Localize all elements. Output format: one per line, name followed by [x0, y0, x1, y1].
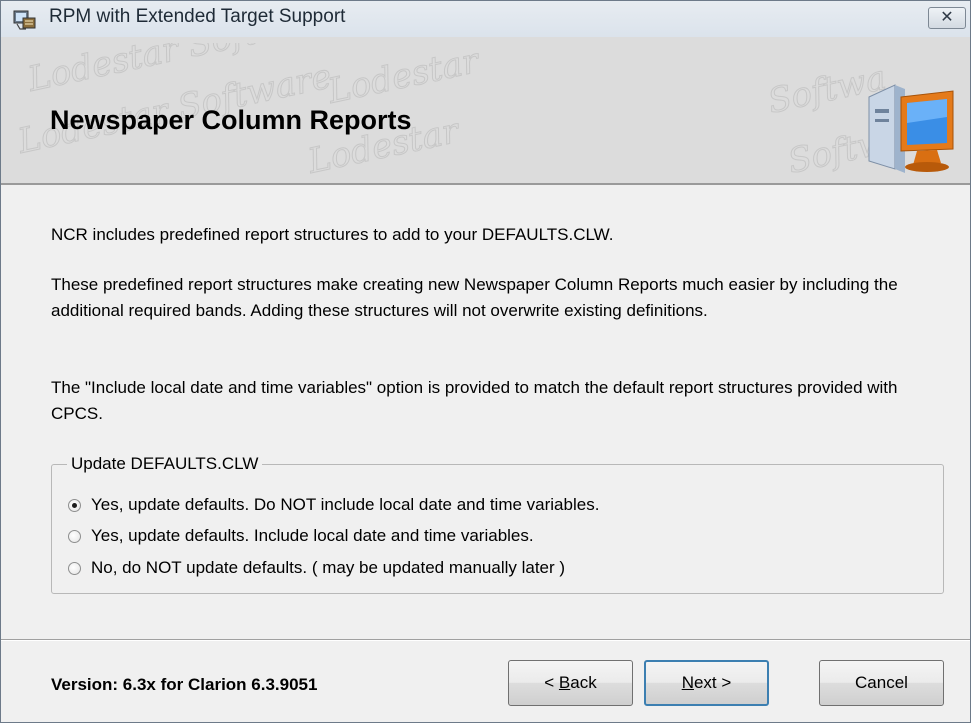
- radio-button[interactable]: [68, 561, 81, 575]
- description-paragraph: These predefined report structures make …: [51, 275, 898, 320]
- svg-text:Lodestar Software: Lodestar Software: [24, 43, 345, 100]
- svg-text:Lodestar: Lodestar: [324, 43, 484, 112]
- installer-window: RPM with Extended Target Support ✕ Lodes…: [0, 0, 971, 723]
- title-bar: RPM with Extended Target Support ✕: [1, 1, 970, 37]
- header-banner: Lodestar Software Lodestar Software Lode…: [1, 37, 970, 185]
- next-access-key: N: [681, 673, 694, 692]
- window-title: RPM with Extended Target Support: [49, 6, 346, 27]
- close-button[interactable]: ✕: [928, 7, 966, 29]
- page-title: Newspaper Column Reports: [50, 105, 412, 135]
- back-prefix: <: [544, 673, 559, 692]
- radio-option-update-no-date[interactable]: Yes, update defaults. Do NOT include loc…: [68, 492, 599, 518]
- version-label: Version: 6.3x for Clarion 6.3.9051: [51, 675, 318, 694]
- back-access-key: B: [558, 673, 571, 692]
- back-button[interactable]: < Back: [508, 660, 633, 706]
- radio-option-no-update[interactable]: No, do NOT update defaults. ( may be upd…: [68, 555, 565, 581]
- installer-icon: [13, 10, 36, 30]
- radio-label: No, do NOT update defaults. ( may be upd…: [91, 558, 566, 577]
- radio-option-update-with-date[interactable]: Yes, update defaults. Include local date…: [68, 523, 534, 549]
- intro-paragraph: NCR includes predefined report structure…: [51, 225, 614, 244]
- group-legend: Update DEFAULTS.CLW: [67, 453, 263, 475]
- back-label-rest: ack: [570, 673, 597, 692]
- radio-label: Yes, update defaults. Include local date…: [91, 526, 534, 545]
- computer-icon: [868, 84, 954, 173]
- next-label-rest: ext >: [693, 673, 732, 692]
- footer-divider: [1, 639, 970, 641]
- option-note-paragraph: The "Include local date and time variabl…: [51, 378, 898, 423]
- cancel-button[interactable]: Cancel: [819, 660, 944, 706]
- radio-button[interactable]: [68, 529, 81, 543]
- radio-label: Yes, update defaults. Do NOT include loc…: [91, 495, 600, 514]
- next-button[interactable]: Next >: [644, 660, 769, 706]
- radio-button[interactable]: [68, 498, 81, 512]
